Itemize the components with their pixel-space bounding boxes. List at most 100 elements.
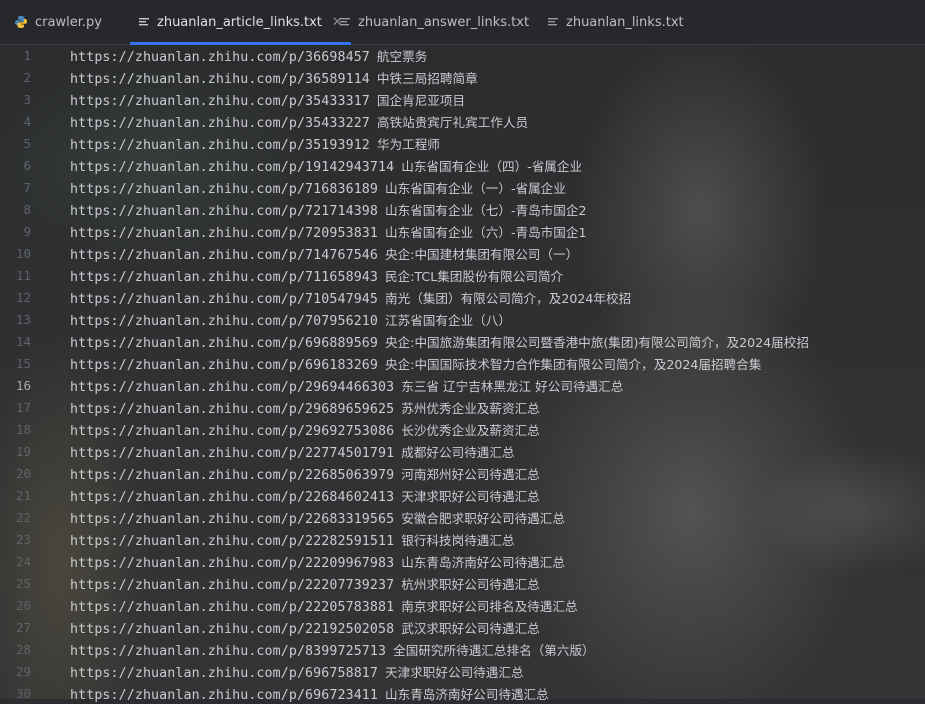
editor-line[interactable]: 30 https://zhuanlan.zhihu.com/p/696723411… bbox=[0, 682, 925, 704]
editor-line[interactable]: 2 https://zhuanlan.zhihu.com/p/36589114 中铁… bbox=[0, 66, 925, 88]
line-number: 17 bbox=[15, 399, 31, 415]
article-url: https://zhuanlan.zhihu.com/p/22205783881 bbox=[70, 599, 395, 615]
line-number: 1 bbox=[23, 47, 31, 63]
tab-zhuanlan-answer-links[interactable]: zhuanlan_answer_links.txt bbox=[339, 0, 529, 44]
editor-line[interactable]: 7 https://zhuanlan.zhihu.com/p/716836189 山… bbox=[0, 176, 925, 198]
line-number: 14 bbox=[15, 333, 31, 349]
line-content: https://zhuanlan.zhihu.com/p/707956210 江苏… bbox=[70, 310, 511, 329]
line-content: https://zhuanlan.zhihu.com/p/22282591511… bbox=[70, 530, 515, 549]
article-title: 苏州优秀企业及薪资汇总 bbox=[401, 400, 540, 416]
article-url: https://zhuanlan.zhihu.com/p/22192502058 bbox=[70, 621, 395, 637]
editor-line[interactable]: 14 https://zhuanlan.zhihu.com/p/696889569… bbox=[0, 330, 925, 352]
editor-line[interactable]: 25 https://zhuanlan.zhihu.com/p/222077392… bbox=[0, 572, 925, 594]
article-title: 山东青岛济南好公司待遇汇总 bbox=[401, 554, 565, 570]
line-number: 24 bbox=[15, 553, 31, 569]
article-url: https://zhuanlan.zhihu.com/p/29689659625 bbox=[70, 401, 395, 417]
article-title: 央企:中国国际技术智力合作集团有限公司简介，及2024届招聘合集 bbox=[385, 356, 762, 372]
editor-line[interactable]: 10 https://zhuanlan.zhihu.com/p/714767546… bbox=[0, 242, 925, 264]
line-number: 22 bbox=[15, 509, 31, 525]
line-content: https://zhuanlan.zhihu.com/p/8399725713 全… bbox=[70, 640, 595, 659]
editor-line[interactable]: 4 https://zhuanlan.zhihu.com/p/35433227 高铁… bbox=[0, 110, 925, 132]
editor-line[interactable]: 16 https://zhuanlan.zhihu.com/p/296944663… bbox=[0, 374, 925, 396]
line-number: 25 bbox=[15, 575, 31, 591]
editor-line[interactable]: 1 https://zhuanlan.zhihu.com/p/36698457 航空… bbox=[0, 44, 925, 66]
editor-line[interactable]: 15 https://zhuanlan.zhihu.com/p/696183269… bbox=[0, 352, 925, 374]
line-content: https://zhuanlan.zhihu.com/p/716836189 山东… bbox=[70, 178, 566, 197]
tab-zhuanlan-links[interactable]: zhuanlan_links.txt bbox=[547, 0, 684, 44]
line-number: 9 bbox=[23, 223, 31, 239]
line-content: https://zhuanlan.zhihu.com/p/29689659625… bbox=[70, 398, 540, 417]
article-url: https://zhuanlan.zhihu.com/p/22774501791 bbox=[70, 445, 395, 461]
line-content: https://zhuanlan.zhihu.com/p/35193912 华为工… bbox=[70, 134, 440, 153]
line-content: https://zhuanlan.zhihu.com/p/696758817 天津… bbox=[70, 662, 524, 681]
line-number: 28 bbox=[15, 641, 31, 657]
editor-line[interactable]: 20 https://zhuanlan.zhihu.com/p/226850639… bbox=[0, 462, 925, 484]
text-file-icon bbox=[339, 16, 351, 28]
article-title: 山东省国有企业（一）-省属企业 bbox=[385, 180, 566, 196]
article-title: 天津求职好公司待遇汇总 bbox=[401, 488, 540, 504]
line-content: https://zhuanlan.zhihu.com/p/696183269 央企… bbox=[70, 354, 761, 373]
editor-line[interactable]: 18 https://zhuanlan.zhihu.com/p/296927530… bbox=[0, 418, 925, 440]
line-content: https://zhuanlan.zhihu.com/p/36698457 航空票… bbox=[70, 46, 427, 65]
editor-line[interactable]: 3 https://zhuanlan.zhihu.com/p/35433317 国企… bbox=[0, 88, 925, 110]
editor-line[interactable]: 23 https://zhuanlan.zhihu.com/p/222825915… bbox=[0, 528, 925, 550]
editor-line[interactable]: 6 https://zhuanlan.zhihu.com/p/1914294371… bbox=[0, 154, 925, 176]
editor-line[interactable]: 11 https://zhuanlan.zhihu.com/p/711658943… bbox=[0, 264, 925, 286]
editor-line[interactable]: 19 https://zhuanlan.zhihu.com/p/227745017… bbox=[0, 440, 925, 462]
article-title: 杭州求职好公司待遇汇总 bbox=[401, 576, 540, 592]
article-url: https://zhuanlan.zhihu.com/p/707956210 bbox=[70, 313, 379, 329]
editor-line[interactable]: 21 https://zhuanlan.zhihu.com/p/226846024… bbox=[0, 484, 925, 506]
article-title: 成都好公司待遇汇总 bbox=[401, 444, 515, 460]
editor-line[interactable]: 12 https://zhuanlan.zhihu.com/p/710547945… bbox=[0, 286, 925, 308]
text-file-icon bbox=[138, 16, 150, 28]
article-url: https://zhuanlan.zhihu.com/p/710547945 bbox=[70, 291, 379, 307]
line-content: https://zhuanlan.zhihu.com/p/696723411 山东… bbox=[70, 684, 549, 703]
line-content: https://zhuanlan.zhihu.com/p/36589114 中铁三… bbox=[70, 68, 478, 87]
editor-line[interactable]: 24 https://zhuanlan.zhihu.com/p/222099679… bbox=[0, 550, 925, 572]
line-number: 18 bbox=[15, 421, 31, 437]
line-number: 15 bbox=[15, 355, 31, 371]
article-url: https://zhuanlan.zhihu.com/p/696183269 bbox=[70, 357, 379, 373]
article-title: 长沙优秀企业及薪资汇总 bbox=[401, 422, 540, 438]
line-content: https://zhuanlan.zhihu.com/p/22685063979… bbox=[70, 464, 540, 483]
editor-line[interactable]: 5 https://zhuanlan.zhihu.com/p/35193912 华为… bbox=[0, 132, 925, 154]
article-title: 江苏省国有企业（八） bbox=[385, 312, 511, 328]
line-number: 4 bbox=[23, 113, 31, 129]
article-title: 山东青岛济南好公司待遇汇总 bbox=[385, 686, 549, 702]
line-content: https://zhuanlan.zhihu.com/p/29692753086… bbox=[70, 420, 540, 439]
line-number: 2 bbox=[23, 69, 31, 85]
article-url: https://zhuanlan.zhihu.com/p/36698457 bbox=[70, 49, 370, 65]
line-content: https://zhuanlan.zhihu.com/p/22774501791… bbox=[70, 442, 515, 461]
line-number: 3 bbox=[23, 91, 31, 107]
editor-line[interactable]: 13 https://zhuanlan.zhihu.com/p/707956210… bbox=[0, 308, 925, 330]
article-title: 民企:TCL集团股份有限公司简介 bbox=[385, 268, 564, 284]
editor-line[interactable]: 28 https://zhuanlan.zhihu.com/p/839972571… bbox=[0, 638, 925, 660]
article-title: 航空票务 bbox=[376, 48, 428, 64]
article-title: 南京求职好公司排名及待遇汇总 bbox=[401, 598, 578, 614]
editor-line[interactable]: 29 https://zhuanlan.zhihu.com/p/696758817… bbox=[0, 660, 925, 682]
article-url: https://zhuanlan.zhihu.com/p/35433317 bbox=[70, 93, 370, 109]
article-url: https://zhuanlan.zhihu.com/p/696889569 bbox=[70, 335, 379, 351]
line-number: 11 bbox=[15, 267, 31, 283]
editor-line[interactable]: 27 https://zhuanlan.zhihu.com/p/221925020… bbox=[0, 616, 925, 638]
tab-label: crawler.py bbox=[35, 14, 102, 30]
line-number: 26 bbox=[15, 597, 31, 613]
text-editor[interactable]: 1 https://zhuanlan.zhihu.com/p/36698457 航空… bbox=[0, 44, 925, 703]
article-url: https://zhuanlan.zhihu.com/p/716836189 bbox=[70, 181, 379, 197]
line-content: https://zhuanlan.zhihu.com/p/35433227 高铁站… bbox=[70, 112, 528, 131]
article-title: 央企:中国建材集团有限公司（一） bbox=[385, 246, 579, 262]
editor-line[interactable]: 9 https://zhuanlan.zhihu.com/p/720953831 山… bbox=[0, 220, 925, 242]
article-title: 中铁三局招聘简章 bbox=[376, 70, 478, 86]
editor-line[interactable]: 17 https://zhuanlan.zhihu.com/p/296896596… bbox=[0, 396, 925, 418]
editor-line[interactable]: 26 https://zhuanlan.zhihu.com/p/222057838… bbox=[0, 594, 925, 616]
tab-crawler-py[interactable]: crawler.py bbox=[14, 0, 102, 44]
line-number: 10 bbox=[15, 245, 31, 261]
editor-line[interactable]: 22 https://zhuanlan.zhihu.com/p/226833195… bbox=[0, 506, 925, 528]
line-number: 23 bbox=[15, 531, 31, 547]
article-url: https://zhuanlan.zhihu.com/p/22209967983 bbox=[70, 555, 395, 571]
line-number: 29 bbox=[15, 663, 31, 679]
line-content: https://zhuanlan.zhihu.com/p/711658943 民企… bbox=[70, 266, 563, 285]
editor-line[interactable]: 8 https://zhuanlan.zhihu.com/p/721714398 山… bbox=[0, 198, 925, 220]
tab-zhuanlan-article-links[interactable]: zhuanlan_article_links.txt ✕ bbox=[130, 0, 351, 45]
article-title: 山东省国有企业（四）-省属企业 bbox=[401, 158, 583, 174]
